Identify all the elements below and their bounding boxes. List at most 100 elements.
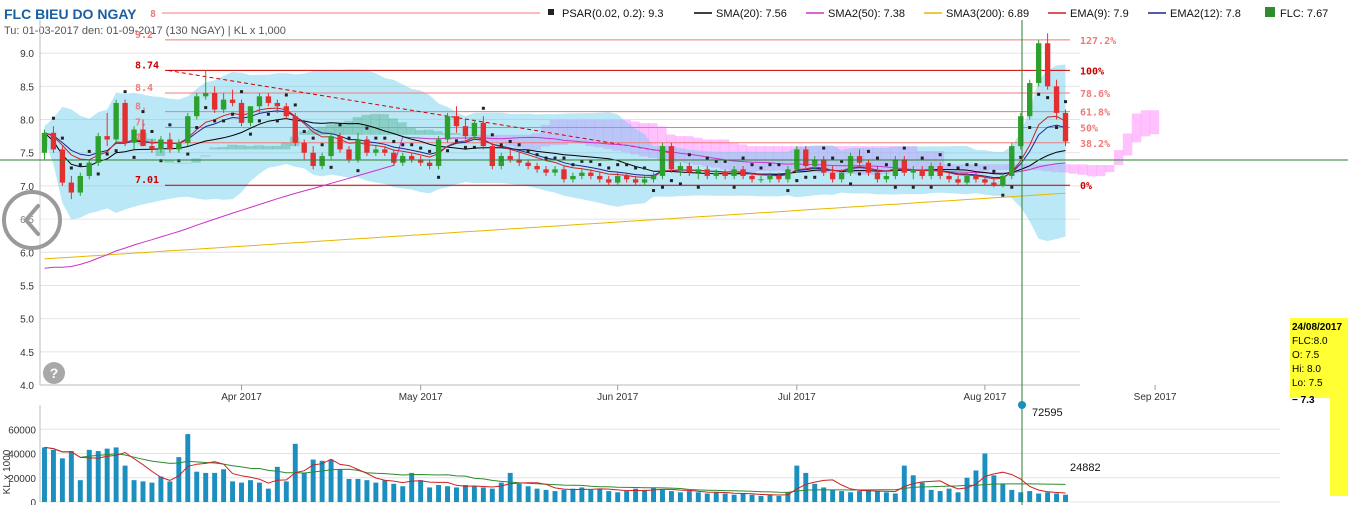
- psar-dot: [383, 136, 387, 140]
- psar-dot: [78, 163, 82, 167]
- psar-dot: [660, 185, 664, 189]
- psar-dot: [437, 175, 441, 179]
- chart-title: FLC BIEU DO NGAY: [4, 6, 137, 22]
- cloud-segment: [1122, 133, 1133, 156]
- volume-bar-35: [355, 478, 361, 502]
- candle-body-87: [821, 159, 827, 173]
- psar-dot: [141, 110, 145, 114]
- candle-body-99: [928, 166, 934, 176]
- psar-dot: [831, 156, 835, 160]
- volume-bar-82: [776, 495, 782, 502]
- candle-body-100: [937, 166, 943, 176]
- volume-bar-41: [409, 472, 415, 502]
- psar-dot: [374, 136, 378, 140]
- candle-body-5: [86, 162, 92, 176]
- legend-label-5: EMA2(12): 7.8: [1170, 8, 1241, 20]
- candle-body-41: [409, 156, 415, 160]
- legend-marker-0: [548, 9, 554, 15]
- stock-chart: FLC BIEU DO NGAY Tu: 01-03-2017 den: 01-…: [0, 6, 1348, 505]
- month-label-3: Jul 2017: [778, 392, 816, 403]
- back-button-ring[interactable]: [2, 190, 62, 250]
- volume-bar-85: [803, 472, 809, 502]
- legend-label-1: SMA(20): 7.56: [716, 8, 787, 20]
- volume-bar-78: [740, 493, 746, 502]
- candle-body-101: [946, 175, 952, 180]
- candle-body-49: [480, 122, 487, 147]
- psar-dot: [213, 119, 217, 123]
- volume-bar-15: [176, 457, 182, 502]
- legend: PSAR(0.02, 0.2): 9.3 SMA(20): 7.56 SMA2(50…: [548, 7, 1328, 20]
- price-axis: 4.04.55.05.56.06.57.07.58.08.59.0: [20, 20, 1080, 392]
- psar-dot: [974, 163, 978, 167]
- volume-bar-6: [95, 451, 101, 502]
- psar-dot: [481, 106, 485, 110]
- price-tick-9: 8.5: [20, 82, 34, 93]
- volume-bar-80: [758, 495, 764, 502]
- psar-dot: [1064, 100, 1068, 104]
- help-button[interactable]: ?: [43, 362, 65, 384]
- candle-body-24: [256, 96, 263, 107]
- info-open: O: 7.5: [1292, 350, 1320, 361]
- legend-label-0: PSAR(0.02, 0.2): 9.3: [562, 8, 664, 20]
- psar-dot: [1055, 126, 1059, 130]
- volume-tick-3: 60000: [8, 425, 36, 436]
- fib-right-label-4: 50%: [1080, 124, 1098, 135]
- psar-dot: [571, 163, 575, 167]
- psar-dot: [490, 133, 494, 137]
- candle-body-75: [713, 172, 719, 176]
- psar-dot: [643, 166, 647, 170]
- psar-dot: [938, 153, 942, 157]
- candle-body-81: [767, 175, 773, 180]
- volume-axis: 0200004000060000KL x 1000: [2, 405, 41, 505]
- volume-bar-58: [561, 489, 567, 502]
- candle-body-71: [677, 166, 684, 170]
- psar-dot: [983, 166, 987, 170]
- volume-bar-90: [848, 492, 854, 502]
- volume-bar-63: [606, 491, 612, 502]
- candle-body-52: [507, 156, 513, 160]
- month-label-1: May 2017: [399, 392, 443, 403]
- volume-bar-50: [489, 488, 495, 502]
- candle-body-7: [104, 136, 110, 140]
- volume-bar-21: [230, 481, 236, 502]
- candle-body-23: [247, 106, 254, 123]
- candle-body-54: [525, 162, 531, 166]
- volume-bar-108: [1009, 489, 1015, 502]
- volume-bar-88: [830, 489, 836, 502]
- psar-dot: [741, 156, 745, 160]
- volume-bar-32: [328, 459, 334, 502]
- volume-bar-26: [274, 466, 280, 502]
- psar-dot: [463, 145, 467, 149]
- volume-bars: [42, 434, 1068, 502]
- volume-bar-86: [812, 483, 818, 502]
- volume-bar-101: [946, 488, 952, 502]
- volume-bar-61: [588, 489, 594, 502]
- back-button[interactable]: [2, 190, 62, 250]
- candle-body-13: [158, 139, 164, 150]
- candle-body-38: [382, 149, 388, 153]
- candle-body-68: [650, 175, 657, 180]
- volume-bar-40: [400, 486, 406, 502]
- price-tick-10: 9.0: [20, 49, 34, 60]
- volume-axis-label: KL x 1000: [2, 449, 13, 494]
- volume-bar-54: [525, 486, 531, 502]
- volume-bar-59: [570, 488, 576, 502]
- candle-body-61: [588, 172, 594, 176]
- candle-body-73: [695, 169, 701, 173]
- price-tick-0: 4.0: [20, 381, 34, 392]
- candle-body-74: [704, 169, 710, 176]
- candle-body-69: [659, 146, 666, 176]
- psar-dot: [777, 163, 781, 167]
- psar-dot: [257, 119, 261, 123]
- psar-dot: [51, 116, 55, 120]
- psar-dot: [275, 119, 279, 123]
- volume-bar-111: [1036, 493, 1042, 502]
- psar-dot: [696, 185, 700, 189]
- candle-body-20: [220, 99, 227, 110]
- volume-bar-95: [892, 493, 898, 502]
- info-box: 24/08/2017 FLC:8.0 O: 7.5 Hi: 8.0 Lo: 7.…: [1290, 318, 1348, 496]
- candle-body-98: [919, 169, 925, 176]
- psar-dot: [168, 123, 172, 127]
- volume-bar-55: [534, 488, 540, 502]
- bollinger-fill: [44, 64, 1066, 242]
